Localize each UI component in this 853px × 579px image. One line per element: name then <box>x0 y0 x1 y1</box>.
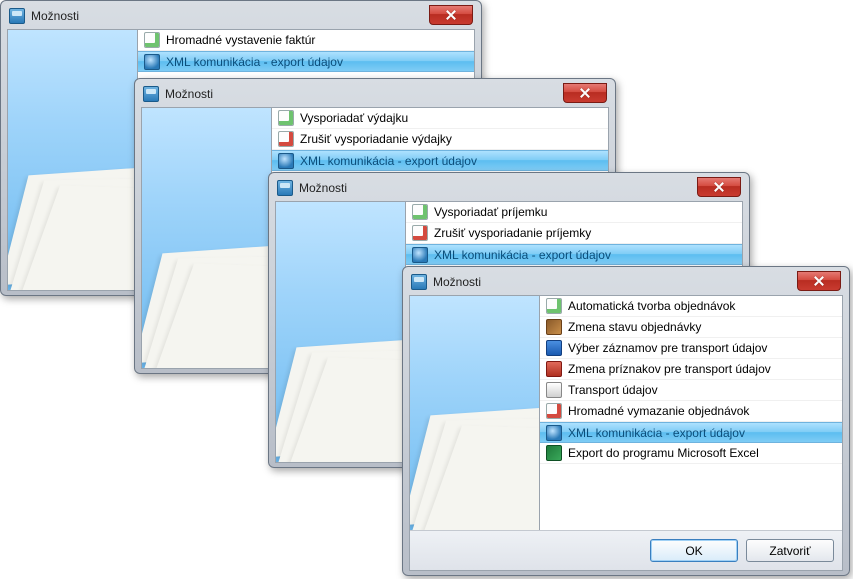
list-item-label: Zmena príznakov pre transport údajov <box>568 362 771 376</box>
dialog-body: Automatická tvorba objednávok Zmena stavu… <box>410 296 842 530</box>
titlebar: Možnosti <box>409 273 843 295</box>
list-item-label: Zrušiť vysporiadanie výdajky <box>300 132 452 146</box>
list-item[interactable]: XML komunikácia - export údajov <box>540 422 842 443</box>
close-button[interactable] <box>563 83 607 103</box>
paper-illustration <box>276 337 406 457</box>
arrow-icon <box>546 382 562 398</box>
globe-icon <box>412 247 428 263</box>
paper-illustration <box>8 165 138 285</box>
list-item-label: Vysporiadať príjemku <box>434 205 547 219</box>
list-item-label: XML komunikácia - export údajov <box>434 248 611 262</box>
list-item[interactable]: Zmena stavu objednávky <box>540 317 842 338</box>
list-item-label: XML komunikácia - export údajov <box>568 426 745 440</box>
list-item[interactable]: XML komunikácia - export údajov <box>406 244 742 265</box>
close-button[interactable] <box>429 5 473 25</box>
box-blue-icon <box>546 340 562 356</box>
titlebar: Možnosti <box>7 7 475 29</box>
list-item-label: Zmena stavu objednávky <box>568 320 701 334</box>
list-item-label: Zrušiť vysporiadanie príjemky <box>434 226 591 240</box>
doc-x-icon <box>278 131 294 147</box>
titlebar: Možnosti <box>275 179 743 201</box>
list-item[interactable]: Transport údajov <box>540 380 842 401</box>
paper-illustration <box>142 243 272 363</box>
list-item[interactable]: Zrušiť vysporiadanie výdajky <box>272 129 608 150</box>
list-item-label: Hromadné vystavenie faktúr <box>166 33 315 47</box>
side-illustration <box>276 202 406 462</box>
list-item[interactable]: Hromadné vystavenie faktúr <box>138 30 474 51</box>
list-item[interactable]: XML komunikácia - export údajov <box>138 51 474 72</box>
globe-icon <box>144 54 160 70</box>
list-item[interactable]: Vysporiadať výdajku <box>272 108 608 129</box>
box-red-icon <box>546 361 562 377</box>
list-item-label: XML komunikácia - export údajov <box>300 154 477 168</box>
side-illustration <box>410 296 540 530</box>
close-button[interactable] <box>797 271 841 291</box>
list-item[interactable]: XML komunikácia - export údajov <box>272 150 608 171</box>
window-icon <box>277 180 293 196</box>
list-item-label: Výber záznamov pre transport údajov <box>568 341 767 355</box>
doc-ok-icon <box>278 110 294 126</box>
gears-icon <box>546 319 562 335</box>
close-icon <box>814 276 824 286</box>
list-item-label: Transport údajov <box>568 383 658 397</box>
list-item[interactable]: Hromadné vymazanie objednávok <box>540 401 842 422</box>
window-title: Možnosti <box>165 87 213 101</box>
list-item-label: Export do programu Microsoft Excel <box>568 446 759 460</box>
list-item-label: Hromadné vymazanie objednávok <box>568 404 749 418</box>
window-title: Možnosti <box>31 9 79 23</box>
side-illustration <box>142 108 272 368</box>
client-area: Automatická tvorba objednávok Zmena stavu… <box>409 295 843 571</box>
window-title: Možnosti <box>433 275 481 289</box>
list-item-label: Automatická tvorba objednávok <box>568 299 735 313</box>
window-icon <box>411 274 427 290</box>
ok-button[interactable]: OK <box>650 539 738 562</box>
list-item[interactable]: Automatická tvorba objednávok <box>540 296 842 317</box>
globe-icon <box>546 425 562 441</box>
dialog-footer: OK Zatvoriť <box>410 530 842 570</box>
window-title: Možnosti <box>299 181 347 195</box>
close-dialog-button[interactable]: Zatvoriť <box>746 539 834 562</box>
titlebar: Možnosti <box>141 85 609 107</box>
close-icon <box>446 10 456 20</box>
close-button[interactable] <box>697 177 741 197</box>
excel-icon <box>546 445 562 461</box>
doc-plus-icon <box>144 32 160 48</box>
list-item-label: XML komunikácia - export údajov <box>166 55 343 69</box>
window-icon <box>143 86 159 102</box>
close-icon <box>714 182 724 192</box>
dialog-3: Možnosti Automatická tvorba objednávok Zme… <box>402 266 850 576</box>
list-item-label: Vysporiadať výdajku <box>300 111 408 125</box>
paper-illustration <box>410 405 540 525</box>
window-icon <box>9 8 25 24</box>
doc-del-icon <box>546 403 562 419</box>
list-item[interactable]: Výber záznamov pre transport údajov <box>540 338 842 359</box>
list-item[interactable]: Export do programu Microsoft Excel <box>540 443 842 464</box>
list-item[interactable]: Vysporiadať príjemku <box>406 202 742 223</box>
doc-x-icon <box>412 225 428 241</box>
doc-ok-icon <box>412 204 428 220</box>
side-illustration <box>8 30 138 290</box>
list-item[interactable]: Zrušiť vysporiadanie príjemky <box>406 223 742 244</box>
list-item[interactable]: Zmena príznakov pre transport údajov <box>540 359 842 380</box>
doc-plus-icon <box>546 298 562 314</box>
close-icon <box>580 88 590 98</box>
globe-icon <box>278 153 294 169</box>
option-list: Automatická tvorba objednávok Zmena stavu… <box>540 296 842 530</box>
